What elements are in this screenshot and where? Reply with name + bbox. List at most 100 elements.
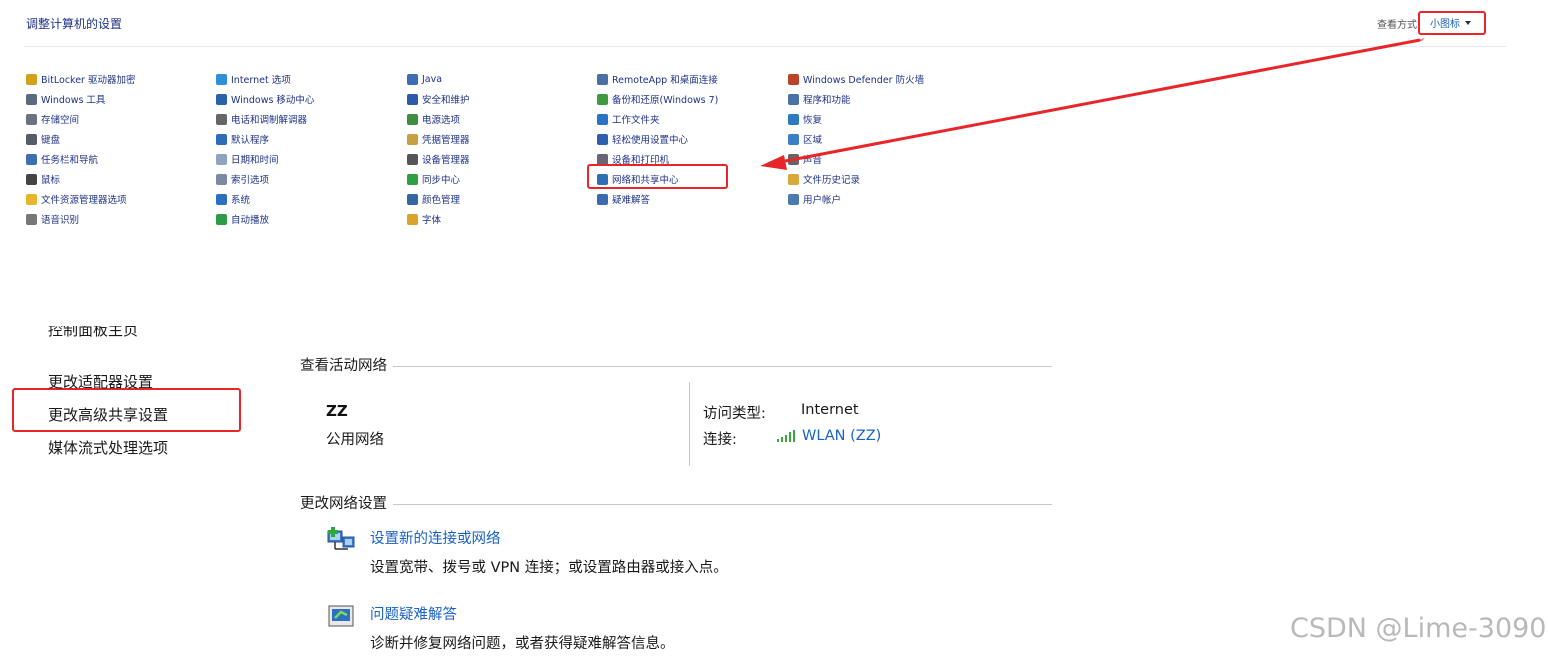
cp-item-mouse[interactable]: 鼠标: [26, 169, 216, 189]
cp-item-keyboard[interactable]: 键盘: [26, 129, 216, 149]
watermark: CSDN @Lime-3090: [1290, 613, 1547, 644]
network-name: ZZ: [326, 402, 348, 420]
cp-item-label: 文件历史记录: [803, 175, 861, 186]
cp-item-ease-of-access[interactable]: 轻松使用设置中心: [597, 129, 787, 149]
cp-item-clock[interactable]: 日期和时间: [216, 149, 406, 169]
media-streaming-options-link[interactable]: 媒体流式处理选项: [48, 437, 168, 458]
indexing-icon: [216, 173, 227, 185]
keyboard-icon: [26, 133, 37, 145]
control-panel-column: Windows Defender 防火墙 程序和功能恢复区域 声音文件历史记录用户帐…: [788, 69, 978, 209]
cp-item-label: 工作文件夹: [612, 115, 660, 126]
cp-item-internet-options[interactable]: Internet 选项: [216, 69, 406, 89]
cp-item-file-history[interactable]: 文件历史记录: [788, 169, 978, 189]
wlan-connection-link[interactable]: WLAN (ZZ): [776, 428, 881, 444]
cp-item-work-folders[interactable]: 工作文件夹: [597, 109, 787, 129]
page-title: 调整计算机的设置: [26, 17, 123, 31]
phone-modem-icon: [216, 113, 227, 125]
user-accounts-icon: [788, 193, 799, 205]
cp-item-label: 电话和调制解调器: [231, 115, 308, 126]
cp-item-remoteapp[interactable]: RemoteApp 和桌面连接: [597, 69, 787, 89]
troubleshoot-icon: [597, 193, 608, 205]
control-panel-column: BitLocker 驱动器加密 Windows 工具 存储空间键盘任务栏和导航 鼠标文…: [26, 69, 216, 229]
cp-item-device-manager[interactable]: 设备管理器: [407, 149, 597, 169]
cp-item-label: 存储空间: [41, 115, 80, 126]
cp-item-label: Windows 工具: [41, 95, 106, 106]
cp-item-label: 系统: [231, 195, 251, 206]
storage-spaces-icon: [26, 113, 37, 125]
vertical-divider: [689, 382, 690, 466]
cp-item-troubleshoot[interactable]: 疑难解答: [597, 189, 787, 209]
cp-item-fonts[interactable]: 字体: [407, 209, 597, 229]
cp-item-speaker[interactable]: 声音: [788, 149, 978, 169]
cp-item-windows-tools[interactable]: Windows 工具: [26, 89, 216, 109]
change-advanced-sharing-link[interactable]: 更改高级共享设置: [48, 404, 168, 425]
color-management-icon: [407, 193, 418, 205]
cp-item-label: 颜色管理: [422, 195, 461, 206]
setup-new-connection-link[interactable]: 设置新的连接或网络: [370, 527, 501, 548]
cp-item-label: 自动播放: [231, 215, 270, 226]
system-icon: [216, 193, 227, 205]
cp-item-label: 程序和功能: [803, 95, 851, 106]
programs-icon: [788, 93, 799, 105]
file-history-icon: [788, 173, 799, 185]
cp-item-label: Windows 移动中心: [231, 95, 315, 106]
folder-options-icon: [26, 193, 37, 205]
view-by-label: 查看方式:: [1377, 20, 1421, 31]
cp-item-autoplay[interactable]: 自动播放: [216, 209, 406, 229]
control-panel-column: Java 安全和维护电源选项凭据管理器设备管理器同步中心颜色管理字体: [407, 69, 597, 229]
annotation-box-view-by: [1418, 11, 1486, 35]
cp-item-recovery[interactable]: 恢复: [788, 109, 978, 129]
cp-item-power[interactable]: 电源选项: [407, 109, 597, 129]
cp-item-backup[interactable]: 备份和还原(Windows 7): [597, 89, 787, 109]
cp-item-label: 备份和还原(Windows 7): [612, 95, 719, 106]
cp-item-label: Windows Defender 防火墙: [803, 75, 925, 86]
cp-item-microphone[interactable]: 语音识别: [26, 209, 216, 229]
network-type-link[interactable]: 公用网络: [326, 428, 384, 449]
cp-item-java[interactable]: Java: [407, 69, 597, 89]
header-divider: [24, 46, 1506, 47]
default-programs-icon: [216, 133, 227, 145]
cp-item-color-management[interactable]: 颜色管理: [407, 189, 597, 209]
cp-item-flag[interactable]: 安全和维护: [407, 89, 597, 109]
cp-item-sync[interactable]: 同步中心: [407, 169, 597, 189]
cp-item-folder-options[interactable]: 文件资源管理器选项: [26, 189, 216, 209]
annotation-box-network-center: [587, 164, 728, 189]
cp-item-taskbar[interactable]: 任务栏和导航: [26, 149, 216, 169]
remoteapp-icon: [597, 73, 608, 85]
cp-item-label: 字体: [422, 215, 442, 226]
cp-item-bitlocker[interactable]: BitLocker 驱动器加密: [26, 69, 216, 89]
change-adapter-settings-link[interactable]: 更改适配器设置: [48, 371, 153, 392]
control-panel-home-label: 控制面板主页: [48, 326, 139, 339]
cp-item-region[interactable]: 区域: [788, 129, 978, 149]
cp-item-mobility-center[interactable]: Windows 移动中心: [216, 89, 406, 109]
java-icon: [407, 73, 418, 85]
cp-item-label: BitLocker 驱动器加密: [41, 75, 136, 86]
cp-item-storage-spaces[interactable]: 存储空间: [26, 109, 216, 129]
cp-item-user-accounts[interactable]: 用户帐户: [788, 189, 978, 209]
cp-item-indexing[interactable]: 索引选项: [216, 169, 406, 189]
change-settings-heading: 更改网络设置: [300, 492, 393, 513]
work-folders-icon: [597, 113, 608, 125]
troubleshoot-problems-link[interactable]: 问题疑难解答: [370, 603, 457, 624]
cp-item-label: 安全和维护: [422, 95, 470, 106]
cp-item-system[interactable]: 系统: [216, 189, 406, 209]
setup-new-connection-desc: 设置宽带、拨号或 VPN 连接；或设置路由器或接入点。: [370, 560, 728, 576]
cp-item-label: 设备管理器: [422, 155, 470, 166]
cp-item-label: 恢复: [803, 115, 823, 126]
mouse-icon: [26, 173, 37, 185]
microphone-icon: [26, 213, 37, 225]
cp-item-phone-modem[interactable]: 电话和调制解调器: [216, 109, 406, 129]
cp-item-default-programs[interactable]: 默认程序: [216, 129, 406, 149]
wifi-signal-icon: [777, 430, 795, 442]
region-icon: [788, 133, 799, 145]
cp-item-credential[interactable]: 凭据管理器: [407, 129, 597, 149]
ease-of-access-icon: [597, 133, 608, 145]
firewall-icon: [788, 73, 799, 85]
cp-item-label: 凭据管理器: [422, 135, 470, 146]
cp-item-label: 文件资源管理器选项: [41, 195, 127, 206]
control-panel-home-link[interactable]: 控制面板主页: [48, 326, 178, 342]
cp-item-label: 索引选项: [231, 175, 270, 186]
cp-item-firewall[interactable]: Windows Defender 防火墙: [788, 69, 978, 89]
cp-item-programs[interactable]: 程序和功能: [788, 89, 978, 109]
cp-item-label: 键盘: [41, 135, 61, 146]
